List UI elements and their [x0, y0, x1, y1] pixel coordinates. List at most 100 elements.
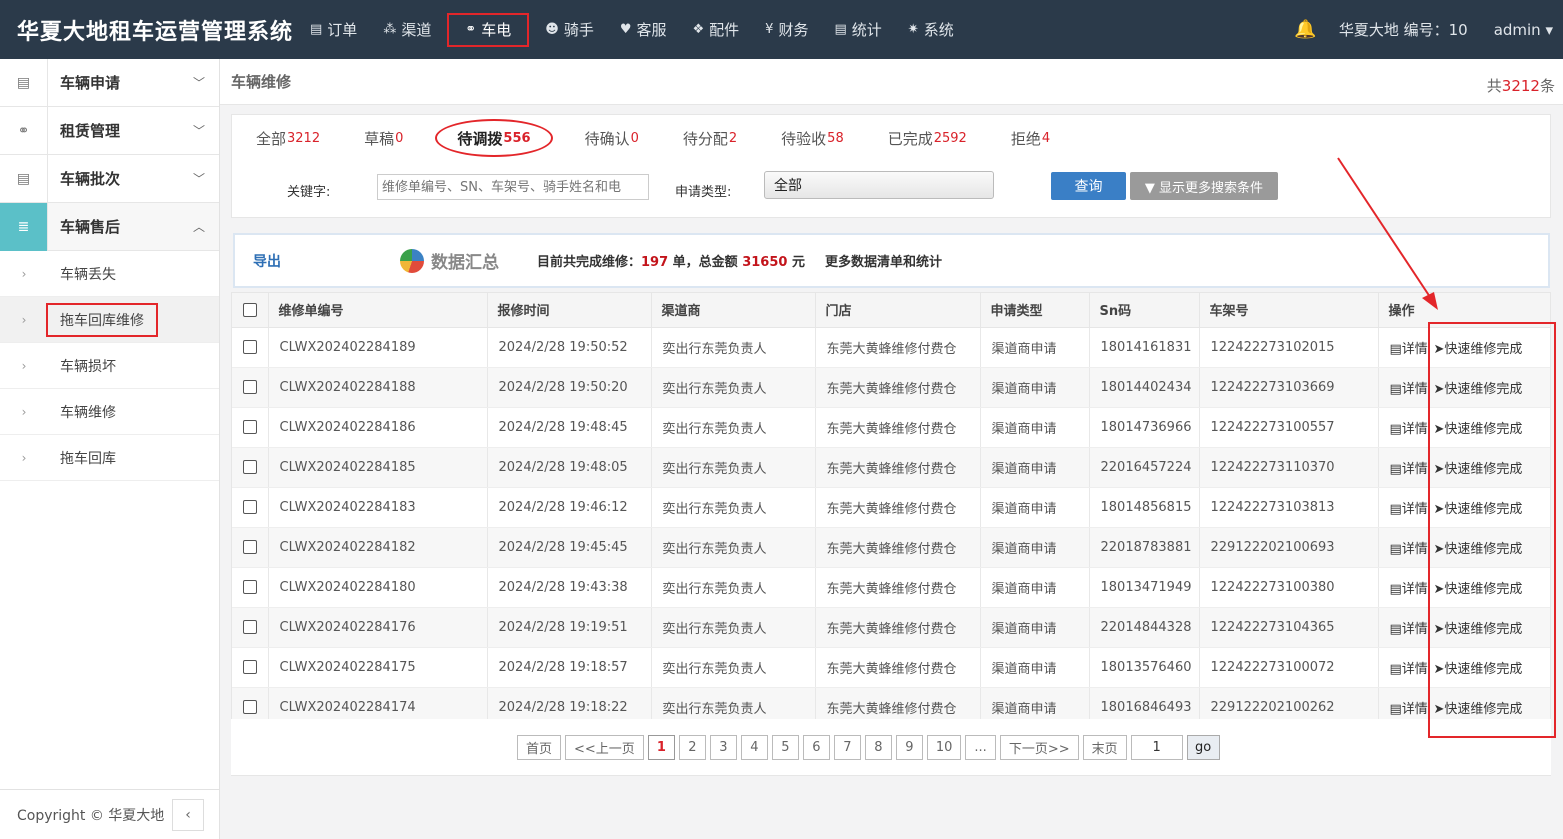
page-jump-input[interactable]: 1	[1130, 734, 1183, 760]
row-checkbox[interactable]	[243, 580, 257, 594]
select-all-checkbox[interactable]	[243, 302, 257, 317]
row-checkbox[interactable]	[243, 460, 257, 474]
column-header: 车架号	[1199, 293, 1379, 328]
row-checkbox[interactable]	[243, 620, 257, 634]
export-link[interactable]: 导出	[253, 251, 400, 271]
nav-item-4[interactable]: ♥ 客服	[610, 13, 677, 47]
detail-link[interactable]: ▤详情	[1390, 338, 1430, 357]
tab-5[interactable]: 待验收 58	[769, 119, 856, 157]
sidebar-collapse-button[interactable]: ‹	[172, 799, 204, 831]
sidebar-subitem-1[interactable]: › 拖车回库维修	[0, 297, 219, 343]
page-button-10[interactable]: 10	[926, 734, 962, 760]
nav-item-0[interactable]: ▤ 订单	[300, 13, 367, 47]
more-filters-button[interactable]: ▼ 显示更多搜索条件	[1130, 172, 1278, 200]
cell-time: 2024/2/28 19:48:05	[487, 447, 652, 488]
tab-1[interactable]: 草稿 0	[352, 119, 415, 157]
sidebar-subitem-label: 拖车回库	[60, 450, 116, 467]
type-select[interactable]: 全部	[764, 171, 994, 199]
detail-link[interactable]: ▤详情	[1390, 578, 1430, 597]
quick-repair-link[interactable]: ➤快速维修完成	[1434, 578, 1523, 597]
nav-item-2[interactable]: ⚭ 车电	[447, 12, 530, 47]
detail-link[interactable]: ▤详情	[1390, 418, 1430, 437]
admin-menu[interactable]: admin ▾	[1494, 21, 1553, 39]
cell-store: 东莞大黄蜂维修付费仓	[815, 327, 981, 368]
row-checkbox[interactable]	[243, 540, 257, 554]
summary-amount: 31650	[742, 255, 788, 270]
first-page-button[interactable]: 首页	[517, 734, 562, 760]
summary-mid: 单，总金额	[668, 255, 743, 270]
quick-repair-link[interactable]: ➤快速维修完成	[1434, 698, 1523, 717]
keyword-input[interactable]	[377, 174, 649, 200]
page-go-button[interactable]: go	[1186, 734, 1220, 760]
next-page-button[interactable]: 下一页>>	[999, 734, 1079, 760]
quick-repair-link[interactable]: ➤快速维修完成	[1434, 618, 1523, 637]
summary-prefix: 目前共完成维修：	[537, 255, 642, 270]
sidebar-group-2[interactable]: ▤ 车辆批次 ﹀	[0, 154, 219, 203]
cell-frame: 122422273103813	[1199, 487, 1379, 528]
sidebar-subitem-2[interactable]: › 车辆损坏	[0, 343, 219, 389]
tab-4[interactable]: 待分配 2	[671, 119, 749, 157]
query-button[interactable]: 查询	[1051, 172, 1126, 200]
detail-link[interactable]: ▤详情	[1390, 378, 1430, 397]
quick-repair-label: 快速维修完成	[1444, 581, 1523, 597]
quick-repair-link[interactable]: ➤快速维修完成	[1434, 378, 1523, 397]
quick-repair-link[interactable]: ➤快速维修完成	[1434, 498, 1523, 517]
last-page-button[interactable]: 末页	[1082, 734, 1127, 760]
tab-count: 4	[1041, 130, 1051, 146]
quick-repair-link[interactable]: ➤快速维修完成	[1434, 338, 1523, 357]
prev-page-button[interactable]: <<上一页	[565, 734, 644, 760]
row-checkbox[interactable]	[243, 380, 257, 394]
quick-repair-link[interactable]: ➤快速维修完成	[1434, 538, 1523, 557]
page-button-3[interactable]: 3	[709, 734, 737, 760]
page-button-1[interactable]: 1	[647, 734, 675, 760]
quick-repair-link[interactable]: ➤快速维修完成	[1434, 458, 1523, 477]
sidebar-subitem-3[interactable]: › 车辆维修	[0, 389, 219, 435]
sidebar-group-1[interactable]: ⚭ 租赁管理 ﹀	[0, 106, 219, 155]
page-button-4[interactable]: 4	[740, 734, 768, 760]
chevron-right-icon: ›	[21, 312, 27, 327]
nav-item-3[interactable]: ☻ 骑手	[535, 13, 604, 47]
quick-repair-link[interactable]: ➤快速维修完成	[1434, 658, 1523, 677]
page-button-5[interactable]: 5	[771, 734, 799, 760]
detail-link[interactable]: ▤详情	[1390, 658, 1430, 677]
nav-label: 客服	[636, 21, 667, 39]
tab-6[interactable]: 已完成 2592	[876, 119, 979, 157]
page-button-7[interactable]: 7	[833, 734, 861, 760]
table-row: CLWX202402284176 2024/2/28 19:19:51 奕出行东莞负…	[232, 607, 1550, 648]
tab-2[interactable]: 待调拨 556	[435, 119, 553, 157]
more-stats-link[interactable]: 更多数据清单和统计	[825, 251, 942, 270]
tab-0[interactable]: 全部 3212	[244, 119, 332, 157]
sidebar-group-0[interactable]: ▤ 车辆申请 ﹀	[0, 58, 219, 107]
sidebar-subitem-4[interactable]: › 拖车回库	[0, 435, 219, 481]
detail-link[interactable]: ▤详情	[1390, 458, 1430, 477]
row-checkbox[interactable]	[243, 700, 257, 714]
quick-repair-link[interactable]: ➤快速维修完成	[1434, 418, 1523, 437]
sidebar-group-3[interactable]: ≣ 车辆售后 ︿	[0, 202, 219, 251]
tab-3[interactable]: 待确认 0	[573, 119, 651, 157]
page-button-2[interactable]: 2	[678, 734, 706, 760]
detail-link[interactable]: ▤详情	[1390, 698, 1430, 717]
bell-icon[interactable]: 🔔	[1294, 19, 1316, 40]
cell-id: CLWX202402284180	[268, 567, 488, 608]
detail-link[interactable]: ▤详情	[1390, 538, 1430, 557]
detail-link[interactable]: ▤详情	[1390, 618, 1430, 637]
detail-link[interactable]: ▤详情	[1390, 498, 1430, 517]
page-button-6[interactable]: 6	[802, 734, 830, 760]
nav-item-1[interactable]: ⁂ 渠道	[373, 13, 441, 47]
nav-item-7[interactable]: ▤ 统计	[824, 13, 891, 47]
nav-item-5[interactable]: ❖ 配件	[683, 13, 750, 47]
sidebar-subitem-0[interactable]: › 车辆丢失	[0, 251, 219, 297]
tab-label: 拒绝	[1010, 129, 1041, 148]
row-checkbox[interactable]	[243, 340, 257, 354]
nav-item-6[interactable]: ¥ 财务	[755, 13, 818, 47]
nav-label: 订单	[327, 21, 358, 39]
row-checkbox[interactable]	[243, 420, 257, 434]
nav-item-8[interactable]: ✷ 系统	[898, 13, 964, 47]
motorcycle-icon: ⚭	[0, 106, 48, 155]
page-button-8[interactable]: 8	[864, 734, 892, 760]
page-button-9[interactable]: 9	[895, 734, 923, 760]
row-checkbox[interactable]	[243, 660, 257, 674]
tab-7[interactable]: 拒绝 4	[999, 119, 1062, 157]
cell-channel: 奕出行东莞负责人	[651, 607, 816, 648]
row-checkbox[interactable]	[243, 500, 257, 514]
